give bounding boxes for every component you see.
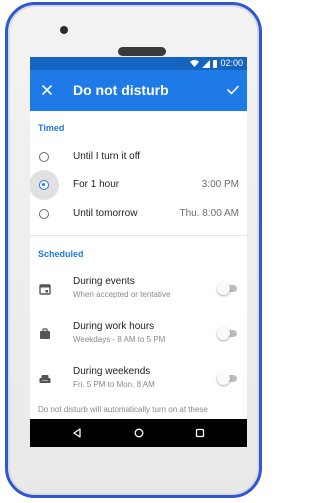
schedule-rule-events[interactable]: During events When accepted or tentative [30,268,247,312]
battery-icon [213,59,218,68]
close-icon [42,85,52,95]
schedule-subtitle: When accepted or tentative [73,290,171,299]
earpiece-speaker [118,47,166,56]
schedule-subtitle: Fri. 5 PM to Mon. 8 AM [73,380,155,389]
toggle-switch[interactable] [217,372,237,385]
calendar-icon [39,284,51,295]
close-button[interactable] [36,79,58,101]
app-bar: Do not disturb [30,70,247,111]
radio-button-selected[interactable] [39,180,49,190]
recents-button[interactable] [192,425,208,441]
radio-label: Until tomorrow [73,208,138,219]
radio-option-until-off[interactable]: Until I turn it off [30,143,247,173]
briefcase-icon [40,328,50,339]
radio-value: Thu. 8:00 AM [179,208,239,219]
radio-value: 3:00 PM [201,179,239,190]
toggle-knob [217,282,230,295]
toggle-knob [217,372,230,385]
section-header-timed: Timed [38,123,65,133]
schedule-subtitle: Weekdays - 8 AM to 5 PM [73,335,166,344]
signal-icon [202,59,211,68]
wifi-icon [190,59,200,68]
sofa-icon [39,375,51,383]
home-button[interactable] [131,425,147,441]
schedule-rule-weekends[interactable]: During weekends Fri. 5 PM to Mon. 8 AM [30,358,247,402]
toggle-switch[interactable] [217,282,237,295]
front-camera [60,26,68,34]
screen: 02:00 Do not disturb Timed Until I turn … [30,57,247,447]
recents-icon [195,428,205,438]
section-header-scheduled: Scheduled [38,249,84,259]
footer-note: Do not disturb will automatically turn o… [38,405,208,414]
check-icon [227,85,239,95]
toggle-switch[interactable] [217,327,237,340]
status-time: 02:00 [220,58,243,68]
radio-button[interactable] [39,209,49,219]
radio-label: Until I turn it off [73,151,141,162]
schedule-rule-work-hours[interactable]: During work hours Weekdays - 8 AM to 5 P… [30,313,247,357]
system-nav-bar [30,419,247,447]
toggle-knob [217,327,230,340]
radio-button[interactable] [39,152,49,162]
section-divider [30,235,247,236]
radio-label: For 1 hour [73,179,120,190]
schedule-title: During work hours [73,321,155,332]
schedule-title: During weekends [73,366,151,377]
radio-option-one-hour[interactable]: For 1 hour 3:00 PM [30,170,247,201]
back-icon [73,428,81,438]
schedule-title: During events [73,276,135,287]
home-icon [134,428,144,438]
confirm-button[interactable] [222,79,244,101]
back-button[interactable] [69,425,85,441]
page-title: Do not disturb [73,82,169,98]
radio-option-until-tomorrow[interactable]: Until tomorrow Thu. 8:00 AM [30,200,247,230]
status-bar: 02:00 [30,57,247,70]
status-icons: 02:00 [190,58,243,69]
